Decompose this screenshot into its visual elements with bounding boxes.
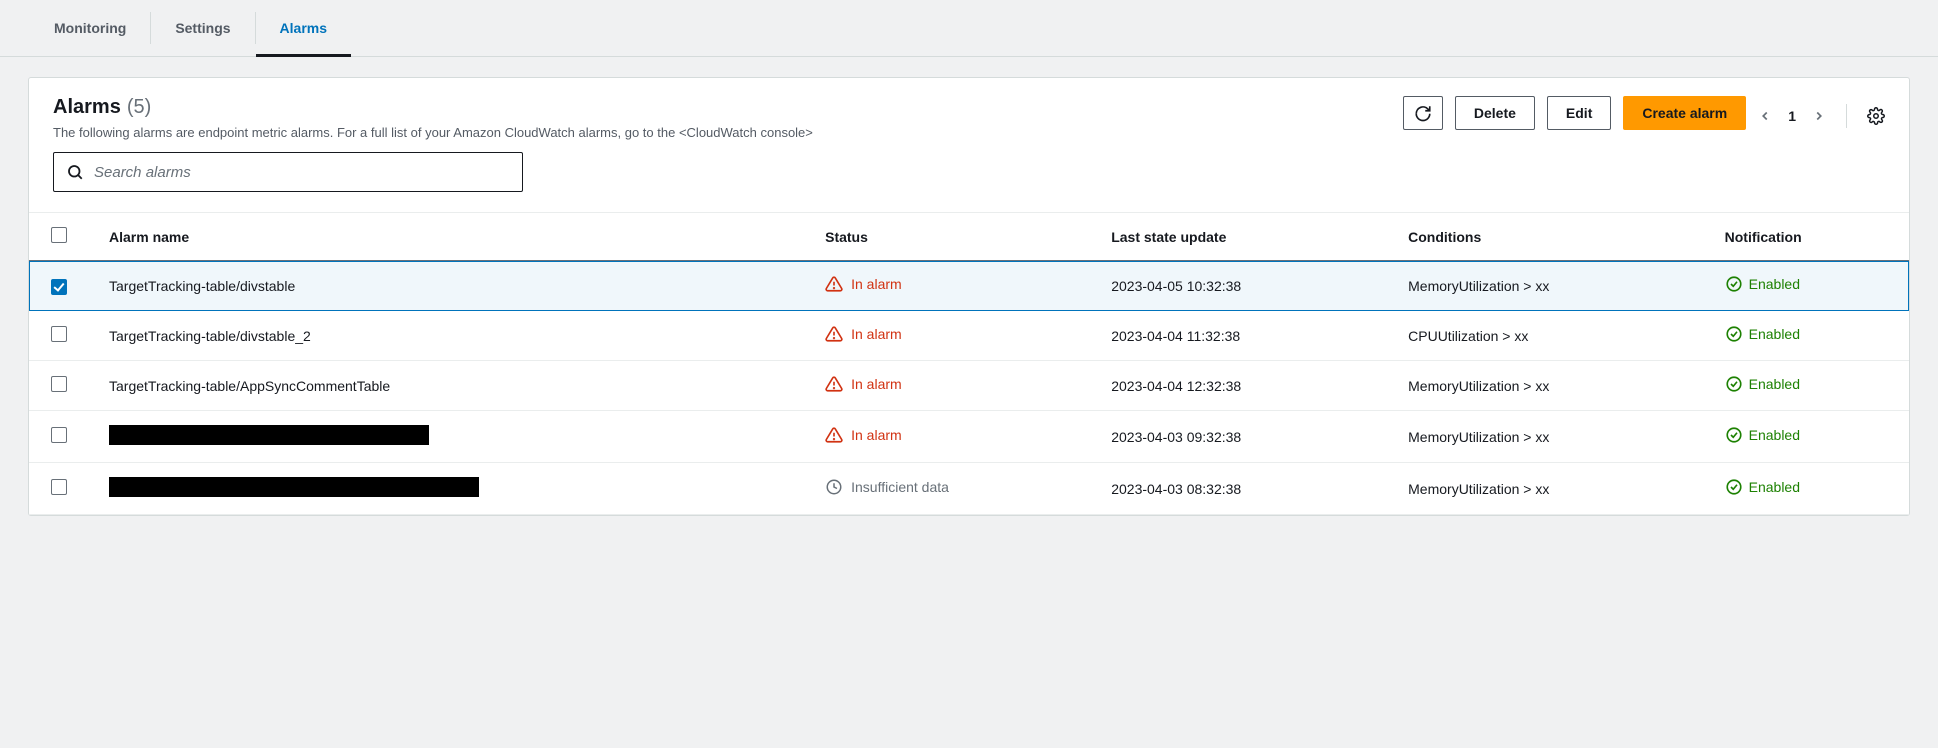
row-checkbox[interactable] [51,479,67,495]
pager: 1 [1758,104,1885,128]
col-notification[interactable]: Notification [1705,213,1909,261]
status-cell: In alarm [825,426,902,444]
alarms-table: Alarm name Status Last state update Cond… [29,212,1909,515]
status-text: In alarm [851,376,902,392]
tab-monitoring[interactable]: Monitoring [30,0,150,56]
status-text: In alarm [851,427,902,443]
pager-prev[interactable] [1758,109,1772,123]
chevron-left-icon [1758,109,1772,123]
tabs-bar: MonitoringSettingsAlarms [0,0,1938,57]
panel-title: Alarms [53,96,121,119]
table-row[interactable]: In alarm 2023-04-03 09:32:38MemoryUtiliza… [29,411,1909,463]
alarm-triangle-icon [825,325,843,343]
pager-page-number: 1 [1788,108,1796,124]
pager-next[interactable] [1812,109,1826,123]
status-cell: In alarm [825,275,902,293]
table-row[interactable]: Insufficient data 2023-04-03 08:32:38Memo… [29,463,1909,515]
alarm-triangle-icon [825,275,843,293]
conditions-cell: MemoryUtilization > xx [1388,411,1704,463]
alarm-name-cell: TargetTracking-table/divstable_2 [89,311,805,361]
col-status[interactable]: Status [805,213,1091,261]
redacted-name [109,425,429,445]
row-checkbox[interactable] [51,326,67,342]
notification-text: Enabled [1749,276,1800,292]
cloudwatch-console-link[interactable]: <CloudWatch console> [679,125,813,140]
gear-icon [1867,107,1885,125]
table-row[interactable]: TargetTracking-table/divstable In alarm 20… [29,261,1909,311]
table-row[interactable]: TargetTracking-table/AppSyncCommentTable… [29,361,1909,411]
notification-cell: Enabled [1725,375,1800,393]
check-circle-icon [1725,375,1743,393]
status-cell: Insufficient data [825,478,949,496]
notification-cell: Enabled [1725,325,1800,343]
alarm-name-cell [89,463,805,515]
chevron-right-icon [1812,109,1826,123]
conditions-cell: MemoryUtilization > xx [1388,261,1704,311]
panel-description: The following alarms are endpoint metric… [53,125,813,140]
col-last-state-update[interactable]: Last state update [1091,213,1388,261]
redacted-name [109,477,479,497]
search-box[interactable] [53,152,523,192]
notification-text: Enabled [1749,326,1800,342]
status-cell: In alarm [825,325,902,343]
alarm-triangle-icon [825,426,843,444]
panel-count: (5) [127,96,151,119]
notification-cell: Enabled [1725,275,1800,293]
alarm-name-cell: TargetTracking-table/AppSyncCommentTable [89,361,805,411]
alarms-panel: Alarms (5) The following alarms are endp… [28,77,1910,516]
notification-cell: Enabled [1725,478,1800,496]
notification-cell: Enabled [1725,426,1800,444]
tab-alarms[interactable]: Alarms [256,0,351,56]
status-text: Insufficient data [851,479,949,495]
edit-button[interactable]: Edit [1547,96,1611,130]
last-updated-cell: 2023-04-03 08:32:38 [1091,463,1388,515]
alarm-triangle-icon [825,375,843,393]
status-text: In alarm [851,326,902,342]
col-alarm-name[interactable]: Alarm name [89,213,805,261]
row-checkbox[interactable] [51,279,67,295]
conditions-cell: MemoryUtilization > xx [1388,463,1704,515]
table-row[interactable]: TargetTracking-table/divstable_2 In alarm… [29,311,1909,361]
notification-text: Enabled [1749,427,1800,443]
row-checkbox[interactable] [51,376,67,392]
col-conditions[interactable]: Conditions [1388,213,1704,261]
table-settings-button[interactable] [1867,107,1885,125]
refresh-button[interactable] [1403,96,1443,130]
alarm-name-cell: TargetTracking-table/divstable [89,261,805,311]
search-input[interactable] [94,164,510,181]
alarm-name-cell [89,411,805,463]
refresh-icon [1414,104,1432,122]
last-updated-cell: 2023-04-04 12:32:38 [1091,361,1388,411]
last-updated-cell: 2023-04-05 10:32:38 [1091,261,1388,311]
conditions-cell: CPUUtilization > xx [1388,311,1704,361]
status-text: In alarm [851,276,902,292]
create-alarm-button[interactable]: Create alarm [1623,96,1746,130]
last-updated-cell: 2023-04-04 11:32:38 [1091,311,1388,361]
check-circle-icon [1725,325,1743,343]
notification-text: Enabled [1749,376,1800,392]
tab-settings[interactable]: Settings [151,0,254,56]
delete-button[interactable]: Delete [1455,96,1535,130]
panel-description-text: The following alarms are endpoint metric… [53,125,679,140]
search-icon [66,163,84,181]
check-circle-icon [1725,275,1743,293]
check-circle-icon [1725,478,1743,496]
notification-text: Enabled [1749,479,1800,495]
status-cell: In alarm [825,375,902,393]
select-all-checkbox[interactable] [51,227,67,243]
clock-icon [825,478,843,496]
conditions-cell: MemoryUtilization > xx [1388,361,1704,411]
last-updated-cell: 2023-04-03 09:32:38 [1091,411,1388,463]
check-circle-icon [1725,426,1743,444]
row-checkbox[interactable] [51,427,67,443]
